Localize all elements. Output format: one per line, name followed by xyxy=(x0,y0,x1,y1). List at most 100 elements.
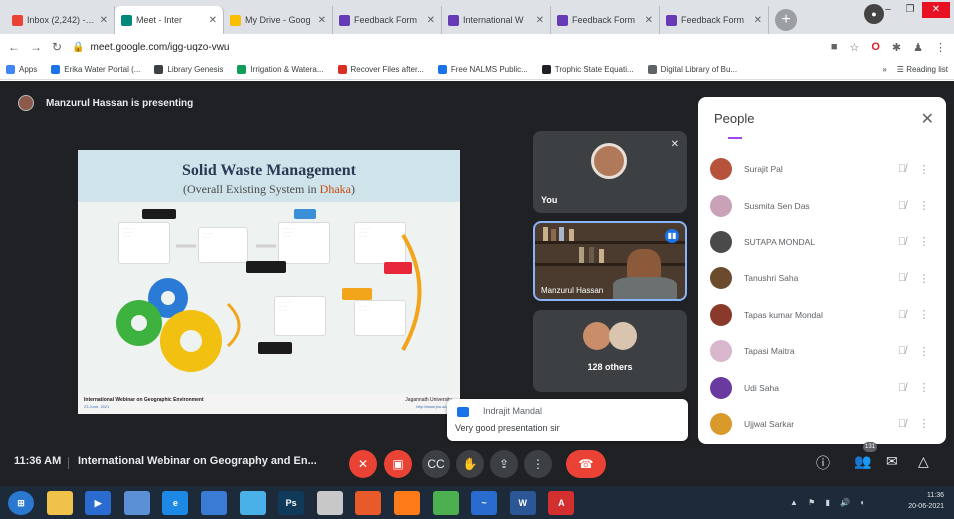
people-icon[interactable]: 👥 xyxy=(854,453,871,470)
mic-off-icon[interactable]: 🎙̸ xyxy=(890,382,914,394)
tab-close-icon[interactable]: ✕ xyxy=(645,15,653,26)
bookmark-item[interactable]: Library Genesis xyxy=(154,65,223,74)
participant-name: Udi Saha xyxy=(744,382,779,393)
address-bar[interactable]: 🔒 meet.google.com/igg-uqzo-vwu xyxy=(72,37,821,57)
browser-tab[interactable]: Feedback Form ✕ xyxy=(333,6,442,34)
star-icon[interactable]: ☆ xyxy=(849,41,859,54)
activities-icon[interactable]: △ xyxy=(918,453,929,470)
bookmark-item[interactable]: Irrigation & Watera... xyxy=(237,65,324,74)
mic-off-icon: ✕ xyxy=(670,139,679,150)
bookmark-item[interactable]: Apps xyxy=(6,65,37,74)
tab-close-icon[interactable]: ✕ xyxy=(427,15,435,26)
chevron-right-icon[interactable]: » xyxy=(882,65,886,74)
camera-icon[interactable]: ■ xyxy=(831,41,838,54)
participant-row[interactable]: Ujjwal Sarkar 🎙̸ ⋮ xyxy=(698,406,946,442)
forward-icon[interactable]: → xyxy=(30,40,42,54)
participant-row[interactable]: Tapas kumar Mondal 🎙̸ ⋮ xyxy=(698,297,946,333)
more-vert-icon[interactable]: ⋮ xyxy=(914,381,934,394)
tab-favicon-icon xyxy=(448,14,459,26)
mic-off-icon[interactable]: 🎙̸ xyxy=(890,345,914,357)
search-app-icon[interactable] xyxy=(239,491,266,515)
more-vert-icon[interactable]: ⋮ xyxy=(914,163,934,176)
profile-icon[interactable]: ● xyxy=(864,4,884,24)
mic-off-icon[interactable]: 🎙̸ xyxy=(890,272,914,284)
back-icon[interactable]: ← xyxy=(8,40,20,54)
vpn-icon[interactable]: ~ xyxy=(471,491,498,515)
speaker-tile[interactable]: ▮▮ Manzurul Hassan xyxy=(533,221,687,301)
browser-tab[interactable]: Feedback Form ✕ xyxy=(660,6,769,34)
close-window-icon[interactable]: ✕ xyxy=(922,2,950,18)
more-vert-icon[interactable]: ⋮ xyxy=(914,417,934,430)
firefox-icon[interactable] xyxy=(394,491,420,515)
media-player-icon[interactable]: ▶ xyxy=(85,491,112,515)
word-icon[interactable]: W xyxy=(509,491,536,515)
browser-tab[interactable]: Feedback Form ✕ xyxy=(551,6,660,34)
mic-off-icon[interactable]: 🎙̸ xyxy=(890,309,914,321)
browser-tab[interactable]: International W ✕ xyxy=(442,6,551,34)
others-tile[interactable]: 128 others xyxy=(533,310,687,392)
mic-off-icon[interactable]: 🎙̸ xyxy=(890,418,914,430)
paint-icon[interactable] xyxy=(355,491,382,515)
system-tray-icons[interactable]: ▲ ⚑ ▮ 🔊 ◐ xyxy=(790,498,869,507)
participant-row[interactable]: Tanushri Saha 🎙̸ ⋮ xyxy=(698,260,946,296)
documents-icon[interactable] xyxy=(316,491,343,515)
bookmark-item[interactable]: Digital Library of Bu... xyxy=(647,65,737,74)
reload-icon[interactable]: ↻ xyxy=(52,40,62,54)
more-options-button[interactable]: ⋮ xyxy=(524,450,552,478)
acrobat-icon[interactable]: A xyxy=(548,491,575,515)
participant-row[interactable]: Tapasi Maitra 🎙̸ ⋮ xyxy=(698,333,946,369)
windows-start-icon[interactable]: ⊞ xyxy=(8,491,34,515)
taskbar-date: 20-06-2021 xyxy=(908,503,944,510)
tab-close-icon[interactable]: ✕ xyxy=(536,15,544,26)
more-vert-icon[interactable]: ⋮ xyxy=(914,345,934,358)
captions-button[interactable]: CC xyxy=(422,450,450,478)
participant-row[interactable]: Udi Saha 🎙̸ ⋮ xyxy=(698,369,946,405)
chat-notification[interactable]: Indrajit Mandal Very good presentation s… xyxy=(447,399,688,441)
raise-hand-button[interactable]: ✋ xyxy=(456,450,484,478)
mic-toggle-button[interactable]: ✕ xyxy=(349,450,377,478)
bookmark-item[interactable]: Recover Files after... xyxy=(337,65,424,74)
participant-row[interactable]: SUTAPA MONDAL 🎙̸ ⋮ xyxy=(698,224,946,260)
opera-icon[interactable]: O xyxy=(871,41,880,54)
mic-off-icon[interactable]: 🎙̸ xyxy=(890,163,914,175)
file-explorer-icon[interactable] xyxy=(46,491,73,515)
chat-panel-icon[interactable]: ✉ xyxy=(886,453,898,470)
internet-explorer-icon[interactable]: e xyxy=(162,491,189,515)
globe-icon[interactable] xyxy=(201,491,227,515)
browser-tab[interactable]: Inbox (2,242) - ku ✕ xyxy=(6,6,115,34)
self-tile[interactable]: ✕ You xyxy=(533,131,687,213)
more-vert-icon[interactable]: ⋮ xyxy=(914,235,934,248)
tab-close-icon[interactable]: ✕ xyxy=(318,15,326,26)
bookmark-item[interactable]: Erika Water Portal (... xyxy=(51,65,140,74)
more-vert-icon[interactable]: ⋮ xyxy=(914,272,934,285)
tab-close-icon[interactable]: ✕ xyxy=(209,15,217,26)
system-clock[interactable]: 11:36 20-06-2021 xyxy=(908,490,944,512)
bookmark-item[interactable]: Trophic State Equati... xyxy=(541,65,634,74)
present-button[interactable]: ⇪ xyxy=(490,450,518,478)
panel-accent xyxy=(728,137,742,139)
chrome-icon[interactable] xyxy=(432,491,459,515)
tab-close-icon[interactable]: ✕ xyxy=(754,15,762,26)
browser-tab[interactable]: My Drive - Goog ✕ xyxy=(224,6,333,34)
participant-row[interactable]: Susmita Sen Das 🎙̸ ⋮ xyxy=(698,187,946,223)
browser-tab[interactable]: Meet - Inter ✕ xyxy=(115,6,224,34)
leave-call-button[interactable]: ☎ xyxy=(566,450,606,478)
more-vert-icon[interactable]: ⋮ xyxy=(914,199,934,212)
extensions-icon[interactable]: ✱ xyxy=(892,41,901,54)
computer-icon[interactable] xyxy=(123,491,150,515)
more-vert-icon[interactable]: ⋮ xyxy=(914,308,934,321)
camera-toggle-button[interactable]: ▣ xyxy=(384,450,412,478)
new-tab-button[interactable]: + xyxy=(775,9,797,31)
info-icon[interactable]: ⓘ xyxy=(816,453,830,473)
account-icon[interactable]: ♟ xyxy=(913,41,923,54)
photoshop-icon[interactable]: Ps xyxy=(278,491,305,515)
tab-close-icon[interactable]: ✕ xyxy=(100,15,108,26)
maximize-icon[interactable]: ❐ xyxy=(900,2,920,18)
mic-off-icon[interactable]: 🎙̸ xyxy=(890,236,914,248)
participant-row[interactable]: Surajit Pal 🎙̸ ⋮ xyxy=(698,151,946,187)
close-icon[interactable]: ✕ xyxy=(921,109,934,129)
menu-icon[interactable]: ⋮ xyxy=(935,41,946,54)
reading-list[interactable]: ☰ Reading list xyxy=(897,65,948,74)
mic-off-icon[interactable]: 🎙̸ xyxy=(890,200,914,212)
bookmark-item[interactable]: Free NALMS Public... xyxy=(437,65,528,74)
